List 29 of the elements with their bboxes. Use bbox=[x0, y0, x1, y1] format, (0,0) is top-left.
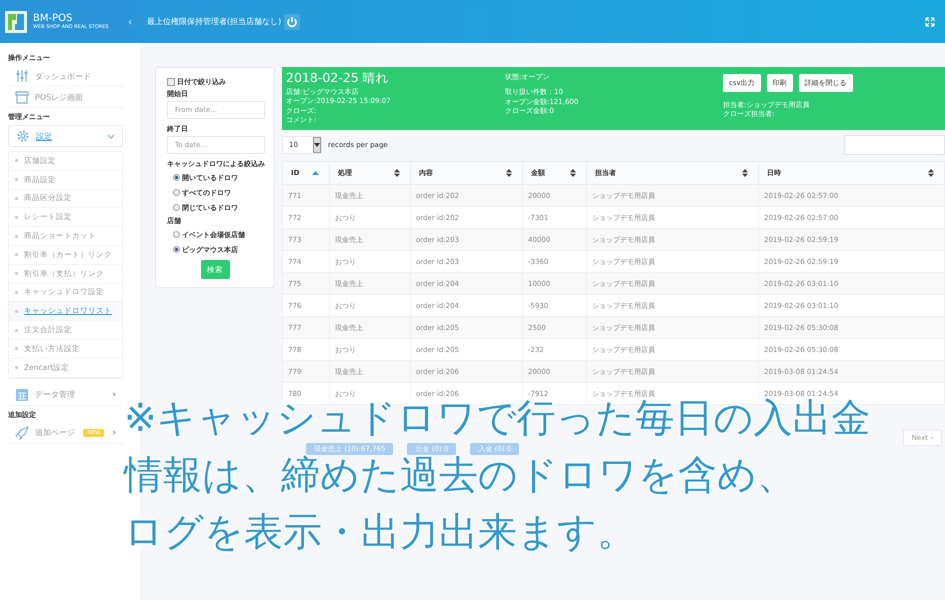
gear-icon bbox=[16, 129, 30, 143]
fullscreen-icon[interactable] bbox=[925, 16, 935, 26]
caret-icon bbox=[313, 137, 321, 153]
sliders-icon bbox=[15, 69, 29, 83]
chevron-down-icon bbox=[107, 134, 115, 138]
brand-name: BM-POS bbox=[33, 13, 74, 24]
radio-button[interactable] bbox=[173, 231, 180, 238]
radio-button[interactable] bbox=[173, 246, 180, 253]
caption-line: 情報は、締めた過去のドロワを含め、 bbox=[124, 455, 796, 497]
radio-button[interactable] bbox=[173, 189, 180, 196]
menu-item[interactable]: 設定 bbox=[8, 125, 123, 147]
chevron-icon: › bbox=[112, 390, 116, 400]
logo-icon bbox=[5, 10, 27, 32]
logout-button[interactable] bbox=[284, 14, 300, 30]
collapse-button[interactable]: ‹ bbox=[128, 16, 132, 28]
user-name: 最上位権限保持管理者(担当店舗なし) bbox=[147, 16, 282, 27]
menu-item[interactable]: データ管理 › bbox=[8, 384, 123, 406]
chevron-icon: › bbox=[112, 428, 116, 438]
store-icon bbox=[15, 90, 29, 104]
menu-item[interactable]: ダッシュボード bbox=[8, 66, 123, 87]
table-search-field[interactable] bbox=[844, 135, 945, 155]
caption-line: ログを表示・出力出来ます。 bbox=[124, 512, 636, 554]
rocket-icon bbox=[15, 426, 29, 440]
radio-button[interactable] bbox=[173, 204, 180, 211]
checkbox[interactable] bbox=[167, 78, 175, 86]
detail-title: 2018-02-25 晴れ bbox=[286, 70, 390, 87]
radio-button[interactable] bbox=[173, 174, 180, 181]
menu-item[interactable]: POSレジ画面 bbox=[8, 87, 123, 108]
calculator-icon bbox=[15, 388, 29, 402]
